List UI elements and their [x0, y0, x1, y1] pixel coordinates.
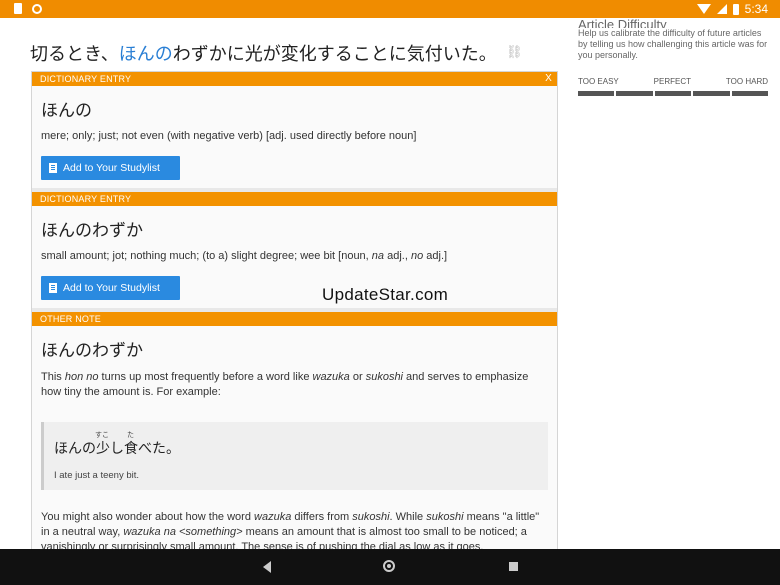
note-header: OTHER NOTE: [32, 312, 557, 326]
example-japanese: ほんの すこ 少した食べた。: [54, 431, 180, 457]
entry-header: DICTIONARY ENTRY: [32, 192, 557, 206]
sim-card-icon: [14, 3, 22, 14]
label-perfect: PERFECT: [653, 77, 692, 86]
label-too-hard: TOO HARD: [725, 77, 768, 86]
difficulty-segment-5[interactable]: [731, 91, 769, 96]
sentence-highlight[interactable]: ほんの: [119, 44, 173, 65]
difficulty-segment-2[interactable]: [616, 91, 653, 96]
label-too-easy: TOO EASY: [578, 77, 619, 86]
difficulty-segment-3[interactable]: [654, 91, 692, 96]
entry-word: ほんのわずか: [41, 221, 143, 241]
note-body: ほんのわずか This hon no turns up most frequen…: [32, 326, 557, 551]
navigation-bar: [0, 549, 780, 585]
recent-apps-icon[interactable]: [509, 562, 518, 571]
note-outro: You might also wonder about how the word…: [41, 511, 540, 551]
note-icon: [49, 283, 57, 293]
sentence-before[interactable]: 切るとき、: [30, 44, 119, 65]
dictionary-entry: ほんのわずか small amount; jot; nothing much; …: [32, 206, 557, 308]
difficulty-segment-1[interactable]: [578, 91, 615, 96]
add-to-studylist-button[interactable]: Add to Your Studylist: [41, 156, 180, 180]
entry-definition: small amount; jot; nothing much; (to a) …: [41, 250, 448, 262]
example-english: I ate just a teeny bit.: [54, 470, 140, 481]
note-icon: [49, 163, 57, 173]
close-button[interactable]: X: [545, 72, 552, 86]
link-icon[interactable]: ⛓: [506, 44, 523, 59]
furigana: た: [127, 431, 134, 439]
note-intro: This hon no turns up most frequently bef…: [41, 371, 529, 398]
sync-icon: [32, 3, 42, 14]
difficulty-title: Article Difficulty: [578, 17, 667, 28]
article-sentence: 切るとき、ほんのわずかに光が変化することに気付いた。: [30, 40, 497, 66]
difficulty-description: Help us calibrate the difficulty of futu…: [578, 28, 768, 60]
difficulty-segment-4[interactable]: [693, 91, 730, 96]
note-word: ほんのわずか: [41, 341, 143, 361]
difficulty-panel: Article Difficulty Help us calibrate the…: [578, 10, 769, 96]
entry-word: ほんの: [41, 101, 92, 121]
home-icon[interactable]: [383, 560, 395, 572]
back-icon[interactable]: [263, 561, 271, 573]
entry-definition: mere; only; just; not even (with negativ…: [41, 130, 417, 142]
watermark: UpdateStar.com: [322, 285, 449, 304]
difficulty-labels: TOO EASY PERFECT TOO HARD: [578, 77, 768, 86]
dictionary-popup: DICTIONARY ENTRY X ほんの mere; only; just;…: [31, 71, 558, 551]
furigana: すこ: [95, 431, 109, 439]
sentence-after[interactable]: わずかに光が変化することに気付いた。: [173, 44, 497, 65]
difficulty-bar: [578, 91, 769, 96]
example-block: ほんの すこ 少した食べた。 I ate just a teeny bit.: [41, 422, 548, 490]
entry-header: DICTIONARY ENTRY X: [32, 72, 557, 86]
add-to-studylist-button[interactable]: Add to Your Studylist: [41, 276, 180, 300]
dictionary-entry: ほんの mere; only; just; not even (with neg…: [32, 86, 557, 188]
